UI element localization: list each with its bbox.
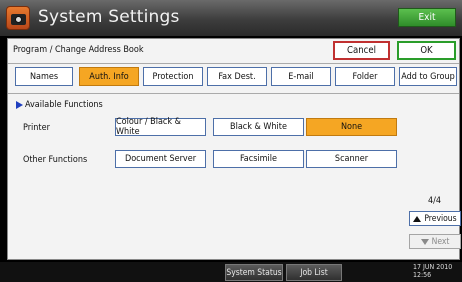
datetime-display: 17 JUN 2010 12:56 [413, 263, 452, 279]
breadcrumb: Program / Change Address Book [13, 45, 144, 55]
main-panel: Program / Change Address Book Cancel OK … [7, 38, 461, 260]
tab-auth-info[interactable]: Auth. Info [79, 67, 139, 86]
tab-protection[interactable]: Protection [143, 67, 203, 86]
exit-button[interactable]: Exit [398, 8, 456, 27]
tab-fax-dest[interactable]: Fax Dest. [207, 67, 267, 86]
title-bar: System Settings Exit [0, 0, 462, 36]
ok-button[interactable]: OK [397, 41, 456, 60]
previous-button[interactable]: Previous [409, 211, 461, 226]
header-row: Program / Change Address Book Cancel OK [8, 39, 459, 63]
settings-app-icon [6, 6, 30, 30]
date-text: 17 JUN 2010 [413, 263, 453, 271]
divider [8, 63, 459, 64]
page-indicator: 4/4 [428, 196, 442, 206]
next-button[interactable]: Next [409, 234, 461, 249]
window-title: System Settings [38, 7, 180, 27]
triangle-right-icon [16, 101, 23, 109]
tab-email[interactable]: E-mail [271, 67, 331, 86]
triangle-up-icon [413, 215, 422, 222]
job-list-button[interactable]: Job List [286, 264, 342, 281]
triangle-down-icon [420, 238, 429, 245]
tab-add-to-group[interactable]: Add to Group [399, 67, 457, 86]
document-server-option[interactable]: Document Server [115, 150, 206, 168]
printer-none-option[interactable]: None [306, 118, 397, 136]
time-text: 12:56 [413, 271, 432, 279]
section-title: Available Functions [16, 100, 103, 110]
tab-folder[interactable]: Folder [335, 67, 395, 86]
status-bar: System Status Job List 17 JUN 2010 12:56 [0, 262, 462, 282]
cancel-button[interactable]: Cancel [333, 41, 390, 60]
printer-bw-option[interactable]: Black & White [213, 118, 304, 136]
facsimile-option[interactable]: Facsimile [213, 150, 304, 168]
printer-colour-bw-option[interactable]: Colour / Black & White [115, 117, 206, 137]
next-label: Next [431, 236, 450, 247]
scanner-option[interactable]: Scanner [306, 150, 397, 168]
available-functions-label: Available Functions [25, 100, 103, 110]
system-status-button[interactable]: System Status [225, 264, 283, 281]
printer-label: Printer [23, 123, 50, 133]
tab-names[interactable]: Names [15, 67, 73, 86]
other-functions-label: Other Functions [23, 155, 88, 165]
divider [8, 93, 459, 94]
previous-label: Previous [424, 213, 457, 224]
